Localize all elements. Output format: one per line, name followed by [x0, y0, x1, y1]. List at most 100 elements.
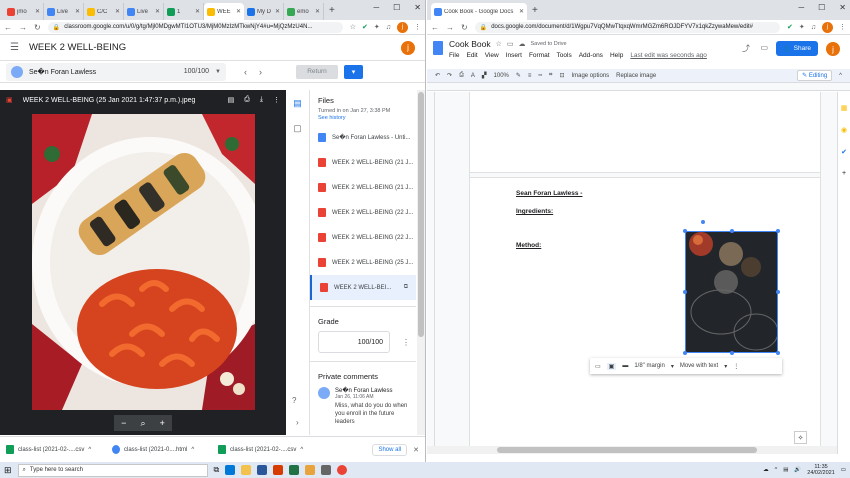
maximize-icon[interactable]: ☐ [818, 3, 825, 12]
back-icon[interactable]: ← [4, 23, 12, 32]
word-icon[interactable] [257, 465, 268, 475]
resize-handle[interactable] [730, 351, 734, 355]
maximize-icon[interactable]: ☐ [393, 3, 400, 12]
tab-item[interactable]: WEE ✕ [204, 3, 244, 20]
pen-icon[interactable]: ✎ [516, 72, 521, 79]
hamburger-icon[interactable]: ☰ [10, 42, 19, 53]
doc-title[interactable]: Cook Book [449, 39, 491, 49]
resize-handle[interactable] [683, 351, 687, 355]
redo-icon[interactable]: ↷ [447, 72, 452, 79]
notifications-icon[interactable]: ▭ [841, 467, 846, 473]
forward-icon[interactable]: → [446, 23, 454, 32]
forward-icon[interactable]: → [19, 23, 27, 32]
file-item[interactable]: WEEK 2 WELL-BEING (21 J... [310, 175, 416, 200]
files-panel-icon[interactable]: ▤ [293, 98, 302, 109]
close-window-icon[interactable]: ✕ [414, 3, 421, 12]
chevron-up-icon[interactable]: ^ [191, 447, 194, 453]
replace-image-button[interactable]: Replace image [616, 73, 656, 79]
comments-panel-icon[interactable]: ▢ [293, 123, 302, 134]
reload-icon[interactable]: ↻ [34, 23, 41, 32]
url-field[interactable]: 🔒 classroom.google.com/u/0/g/tg/Mjl0MDgw… [47, 21, 343, 33]
close-tab-icon[interactable]: ✕ [115, 8, 120, 15]
menu-addons[interactable]: Add-ons [579, 52, 603, 59]
reset-image-icon[interactable]: ⊡ [559, 72, 564, 79]
close-tab-icon[interactable]: ✕ [35, 8, 40, 15]
edge-icon[interactable] [225, 465, 236, 475]
file-item[interactable]: WEEK 2 WELL-BEING (22 J... [310, 200, 416, 225]
zoom-search-icon[interactable]: ⌕ [140, 418, 145, 429]
back-icon[interactable]: ← [431, 23, 439, 32]
undo-icon[interactable]: ↶ [435, 72, 440, 79]
spellcheck-icon[interactable]: A [471, 73, 475, 79]
file-item[interactable]: WEEK 2 WELL-BEI... ⧉ [310, 275, 416, 300]
download-item[interactable]: class-list (2021-0....html ^ [112, 445, 212, 454]
resize-handle[interactable] [683, 229, 687, 233]
paint-format-icon[interactable]: ▞ [482, 72, 487, 79]
collapse-menu-icon[interactable]: ^ [839, 73, 842, 79]
move-dropdown-icon[interactable]: ▾ [724, 363, 727, 370]
last-edit-link[interactable]: Last edit was seconds ago [630, 52, 707, 59]
close-tab-icon[interactable]: ✕ [75, 8, 80, 15]
chevron-up-icon[interactable]: ^ [88, 447, 91, 453]
puzzle-icon[interactable]: ✦ [799, 23, 805, 31]
task-view-icon[interactable]: ⧉ [214, 465, 220, 475]
wrap-text-icon[interactable]: ▣ [606, 362, 617, 370]
vertical-ruler[interactable] [427, 92, 435, 454]
move-folder-icon[interactable]: ▭ [507, 40, 514, 48]
method-heading[interactable]: Method: [516, 242, 541, 249]
close-tab-icon[interactable]: ✕ [155, 8, 160, 15]
ruler[interactable] [427, 83, 850, 91]
comment-add-icon[interactable]: ▤ [228, 96, 235, 104]
zoom-in-icon[interactable]: + [160, 418, 165, 428]
weather-icon[interactable]: ☁ [763, 467, 769, 473]
help-icon[interactable]: ? [292, 396, 296, 405]
tab-item[interactable]: 1 ✕ [164, 3, 204, 20]
check-icon[interactable]: ✔ [787, 23, 793, 31]
inserted-image[interactable] [685, 231, 778, 353]
close-downloads-icon[interactable]: ✕ [413, 446, 419, 454]
collapse-panel-icon[interactable]: › [296, 418, 299, 427]
file-explorer-icon[interactable] [241, 465, 252, 475]
menu-help[interactable]: Help [610, 52, 623, 59]
new-tab-icon[interactable]: + [324, 5, 340, 16]
zoom-out-icon[interactable]: − [121, 418, 126, 428]
resize-handle[interactable] [776, 290, 780, 294]
border-dash-icon[interactable]: ┅ [538, 72, 542, 79]
profile-avatar[interactable]: j [822, 21, 833, 33]
image-more-icon[interactable]: ⋮ [733, 363, 739, 370]
close-window-icon[interactable]: ✕ [839, 3, 846, 12]
tab-item[interactable]: emo ✕ [284, 3, 324, 20]
comments-icon[interactable]: ▭ [760, 43, 768, 52]
prev-student-icon[interactable]: ‹ [244, 67, 247, 77]
tab-item[interactable]: My D ✕ [244, 3, 284, 20]
inline-icon[interactable]: ▭ [595, 363, 601, 370]
app-icon[interactable] [321, 465, 332, 475]
download-icon[interactable]: ⤓ [260, 96, 263, 104]
file-item[interactable]: WEEK 2 WELL-BEING (22 J... [310, 225, 416, 250]
new-tab-icon[interactable]: + [527, 5, 543, 16]
minimize-icon[interactable]: ─ [373, 3, 379, 12]
minimize-icon[interactable]: ─ [798, 3, 804, 12]
file-item[interactable]: Se�n Foran Lawless - Unti... [310, 125, 416, 150]
music-icon[interactable]: ♫ [386, 24, 391, 31]
explore-icon[interactable]: ✧ [794, 431, 807, 444]
close-tab-icon[interactable]: ✕ [315, 8, 320, 15]
account-avatar[interactable]: j [826, 42, 840, 56]
resize-handle[interactable] [776, 229, 780, 233]
sticky-notes-icon[interactable] [305, 465, 316, 475]
return-options-button[interactable]: ▾ [344, 64, 363, 79]
zoom-select[interactable]: 100% [494, 73, 509, 79]
account-avatar[interactable]: j [401, 40, 415, 55]
close-tab-icon[interactable]: ✕ [195, 8, 200, 15]
show-all-button[interactable]: Show all [372, 443, 408, 456]
print-icon[interactable]: ⎙ [244, 96, 250, 104]
tab-cook-book[interactable]: Cook Book - Google Docs ✕ [431, 3, 527, 20]
next-student-icon[interactable]: › [259, 67, 262, 77]
check-icon[interactable]: ✔ [362, 23, 368, 31]
more-icon[interactable]: ⋮ [273, 96, 280, 104]
see-history-link[interactable]: See history [310, 114, 416, 125]
break-text-icon[interactable]: ▬ [622, 363, 628, 369]
star-icon[interactable]: ☆ [350, 23, 356, 31]
open-external-icon[interactable]: ⧉ [404, 284, 408, 291]
chevron-up-icon[interactable]: ^ [775, 467, 778, 473]
